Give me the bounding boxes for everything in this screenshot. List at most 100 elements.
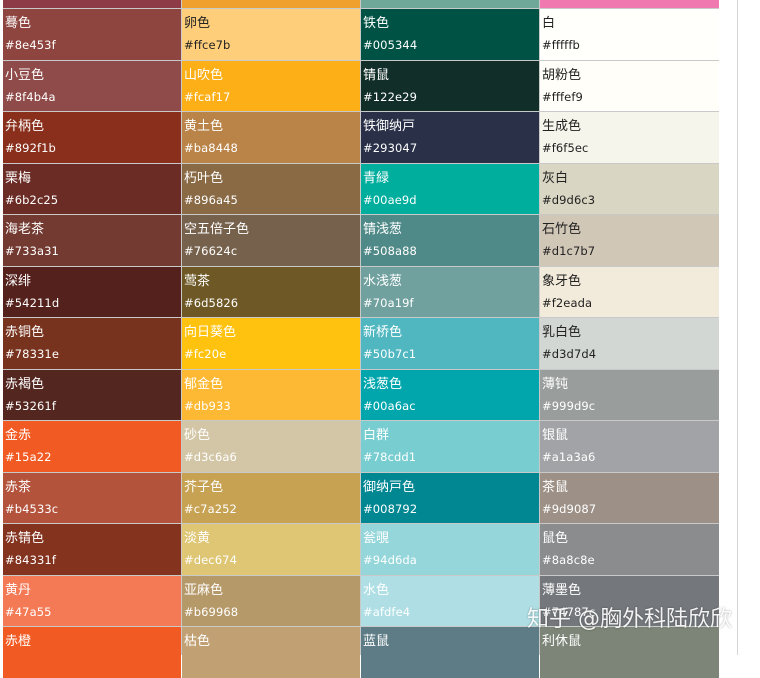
- swatch-name: 郁金色: [184, 376, 224, 392]
- swatch-name: 向日葵色: [184, 325, 237, 340]
- swatch-hex-code: #c7a252: [184, 501, 237, 516]
- swatch-name: 新桥色: [363, 325, 403, 340]
- swatch-hex-code: #afdfe4: [363, 604, 411, 619]
- swatch-hex-code: #ba8448: [184, 141, 238, 155]
- swatch-name: 胡粉色: [542, 67, 582, 83]
- swatch-hex-code: #fc20e: [184, 347, 227, 361]
- swatch-name: 深绯: [5, 273, 32, 289]
- color-swatch: 胡粉色 #fffef9: [540, 60, 719, 111]
- swatch-hex-code: #6b2c25: [5, 192, 59, 207]
- color-swatch: 水色 #afdfe4: [361, 575, 539, 626]
- swatch-hex-code: #76624c: [184, 244, 238, 258]
- swatch-name: 弁柄色: [5, 119, 45, 134]
- color-swatch: 茶鼠 #9d9087: [540, 472, 719, 523]
- swatch-hex-code: #f2eada: [542, 295, 593, 310]
- swatch-name: 茶鼠: [542, 479, 569, 495]
- swatch-name: 赤锖色: [5, 531, 45, 546]
- swatch-hex-code: #70a19f: [363, 295, 414, 310]
- swatch-hex-code: #8f4b4a: [5, 89, 56, 104]
- swatch-name: 青緑: [363, 170, 390, 186]
- swatch-hex-code: #a1a3a6: [542, 450, 596, 464]
- color-swatch: 象牙色 #f2eada: [540, 266, 719, 317]
- color-swatch: 莺茶 #6d5826: [182, 266, 360, 317]
- swatch-name: 铁御纳戸: [363, 119, 416, 134]
- swatch-name: 淡黄: [184, 531, 211, 546]
- swatch-name: 薄墨色: [542, 582, 582, 598]
- swatch-name: 枯色: [184, 634, 211, 649]
- page-right-border: [737, 0, 738, 655]
- swatch-name: 海老茶: [5, 222, 45, 237]
- swatch-name: 白: [542, 16, 556, 31]
- swatch-hex-code: #9d9087: [542, 501, 597, 516]
- swatch-hex-code: #53261f: [5, 398, 56, 413]
- color-swatch: 亚麻色 #b69968: [182, 575, 360, 626]
- swatch-hex-code: #db933: [184, 398, 231, 413]
- swatch-hex-code: #005344: [363, 38, 418, 52]
- color-swatch: 薄钝 #999d9c: [540, 369, 719, 420]
- swatch-name: 鼠色: [542, 531, 569, 546]
- color-swatch: 瓮覗 #94d6da: [361, 524, 539, 575]
- color-swatch: 银鼠 #a1a3a6: [540, 421, 719, 472]
- swatch-hex-code: #d3c6a6: [184, 450, 237, 464]
- swatch-hex-code: #ffce7b: [184, 38, 231, 52]
- swatch-name: 山吹色: [184, 67, 224, 83]
- color-swatch: 御纳戸色 #008792: [361, 472, 539, 523]
- swatch-name: 锖鼠: [363, 67, 390, 83]
- swatch-name: 栗梅: [5, 170, 32, 186]
- swatch-name: 黄丹: [5, 582, 32, 598]
- swatch-name: 白群: [363, 428, 390, 443]
- swatch-name: 利休鼠: [542, 634, 582, 649]
- swatch-hex-code: #50b7c1: [363, 347, 417, 361]
- color-swatch: 水浅葱 #70a19f: [361, 266, 539, 317]
- swatch-name: 赤茶: [5, 479, 32, 495]
- swatch-name: 水色: [363, 582, 390, 598]
- color-swatch: 乳白色 #d3d7d4: [540, 318, 719, 369]
- swatch-name: 生成色: [542, 119, 582, 134]
- swatch-hex-code: #733a31: [5, 244, 59, 258]
- swatch-name: 灰白: [542, 170, 569, 186]
- swatch-hex-code: #54211d: [5, 295, 60, 310]
- swatch-name: 蓝鼠: [363, 634, 390, 649]
- color-swatch: 石竹色 #d1c7b7: [540, 215, 719, 266]
- color-swatch: 锖浅葱 #508a88: [361, 215, 539, 266]
- top-color-strip: [361, 0, 539, 8]
- swatch-hex-code: #78331e: [5, 347, 59, 361]
- swatch-name: 浅葱色: [363, 376, 403, 392]
- swatch-name: 莺茶: [184, 273, 211, 289]
- swatch-hex-code: #94d6da: [363, 553, 417, 567]
- color-swatch: 蓝鼠: [361, 627, 539, 678]
- color-swatch: 栗梅 #6b2c25: [3, 163, 181, 214]
- swatch-name: 石竹色: [542, 222, 582, 237]
- color-swatch: 空五倍子色 #76624c: [182, 215, 360, 266]
- swatch-name: 薄钝: [542, 376, 569, 392]
- swatch-name: 赤橙: [5, 634, 32, 649]
- swatch-name: 砂色: [184, 428, 211, 443]
- swatch-name: 象牙色: [542, 273, 582, 289]
- top-color-strip: [182, 0, 360, 8]
- swatch-hex-code: #dec674: [184, 553, 237, 567]
- swatch-hex-code: #15a22: [5, 450, 52, 464]
- swatch-hex-code: #896a45: [184, 192, 238, 207]
- swatch-hex-code: #fffffb: [542, 38, 580, 52]
- swatch-hex-code: #892f1b: [5, 141, 56, 155]
- color-swatch: 弁柄色 #892f1b: [3, 112, 181, 163]
- color-swatch: 赤褐色 #53261f: [3, 369, 181, 420]
- color-swatch: 小豆色 #8f4b4a: [3, 60, 181, 111]
- swatch-name: 银鼠: [542, 428, 569, 443]
- color-swatch: 铁色 #005344: [361, 9, 539, 60]
- color-swatch: 黄丹 #47a55: [3, 575, 181, 626]
- color-swatch: 卵色 #ffce7b: [182, 9, 360, 60]
- swatch-hex-code: #00ae9d: [363, 192, 417, 207]
- swatch-name: 金赤: [5, 428, 32, 443]
- swatch-name: 朽叶色: [184, 170, 224, 186]
- color-swatch: 金赤 #15a22: [3, 421, 181, 472]
- swatch-hex-code: #84331f: [5, 553, 56, 567]
- swatch-hex-code: #b69968: [184, 604, 239, 619]
- swatch-name: 乳白色: [542, 325, 582, 340]
- color-swatch: 蓦色 #8e453f: [3, 9, 181, 60]
- color-swatch: 赤茶 #b4533c: [3, 472, 181, 523]
- swatch-hex-code: #999d9c: [542, 398, 596, 413]
- color-swatch: 枯色: [182, 627, 360, 678]
- swatch-name: 芥子色: [184, 479, 224, 495]
- swatch-hex-code: #d9d6c3: [542, 192, 596, 207]
